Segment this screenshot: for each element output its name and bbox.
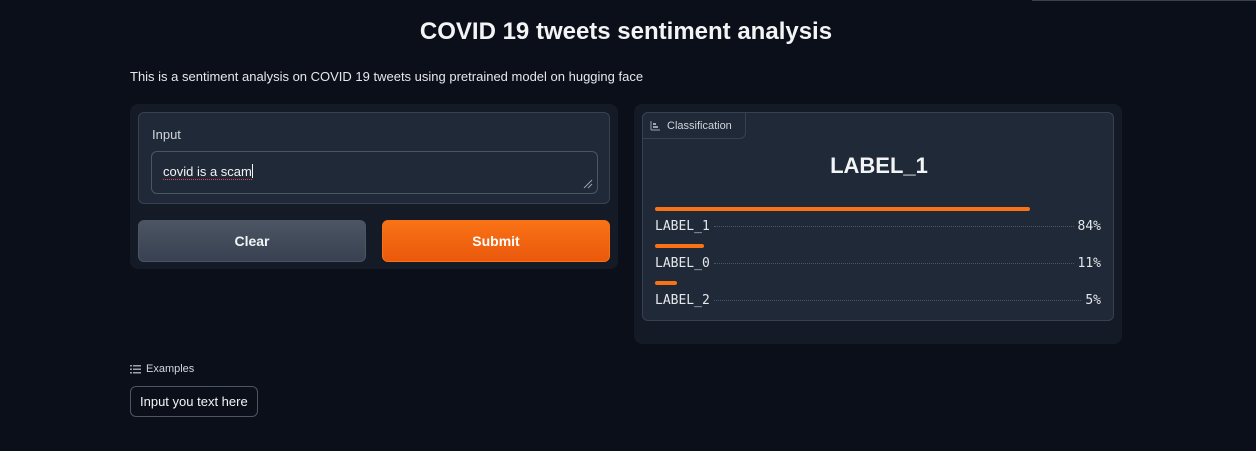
confidence-percent: 5% bbox=[1085, 293, 1101, 308]
confidence-row: LABEL_1 84% bbox=[655, 207, 1101, 234]
list-icon bbox=[130, 364, 141, 373]
submit-button[interactable]: Submit bbox=[382, 220, 610, 262]
resize-grip-icon[interactable] bbox=[583, 179, 593, 189]
input-label: Input bbox=[152, 127, 181, 142]
confidence-leader bbox=[713, 226, 1074, 227]
confidence-label: LABEL_2 bbox=[655, 293, 710, 308]
page-title: COVID 19 tweets sentiment analysis bbox=[419, 18, 833, 45]
confidence-label: LABEL_0 bbox=[655, 256, 710, 271]
confidence-label: LABEL_1 bbox=[655, 219, 710, 234]
page-description: This is a sentiment analysis on COVID 19… bbox=[130, 69, 644, 84]
confidence-bar bbox=[655, 281, 677, 285]
output-panel: Classification LABEL_1 LABEL_1 84% LABEL… bbox=[634, 104, 1122, 344]
top-divider bbox=[1032, 0, 1256, 1]
confidence-bar bbox=[655, 207, 1030, 211]
classification-tab: Classification bbox=[642, 112, 746, 139]
classification-output: Classification LABEL_1 LABEL_1 84% LABEL… bbox=[642, 112, 1114, 321]
clear-button[interactable]: Clear bbox=[138, 220, 366, 262]
confidence-leader bbox=[713, 300, 1082, 301]
example-item[interactable]: Input you text here bbox=[130, 386, 258, 417]
predicted-label: LABEL_1 bbox=[830, 153, 928, 178]
input-panel: Input covid is a scam Clear Submit bbox=[130, 104, 618, 269]
input-textarea[interactable]: covid is a scam bbox=[151, 151, 598, 194]
input-block: Input covid is a scam bbox=[138, 112, 610, 204]
examples-label: Examples bbox=[146, 363, 195, 375]
classification-tab-label: Classification bbox=[667, 119, 732, 132]
bar-chart-icon bbox=[650, 121, 660, 131]
confidence-percent: 11% bbox=[1077, 256, 1101, 271]
input-text: covid is a scam bbox=[163, 164, 252, 180]
confidence-bar bbox=[655, 244, 704, 248]
confidence-percent: 84% bbox=[1077, 219, 1101, 234]
confidence-leader bbox=[713, 263, 1074, 264]
text-caret bbox=[251, 164, 253, 178]
examples-header: Examples bbox=[130, 363, 194, 375]
confidence-row: LABEL_0 11% bbox=[655, 244, 1101, 271]
confidence-row: LABEL_2 5% bbox=[655, 281, 1101, 308]
